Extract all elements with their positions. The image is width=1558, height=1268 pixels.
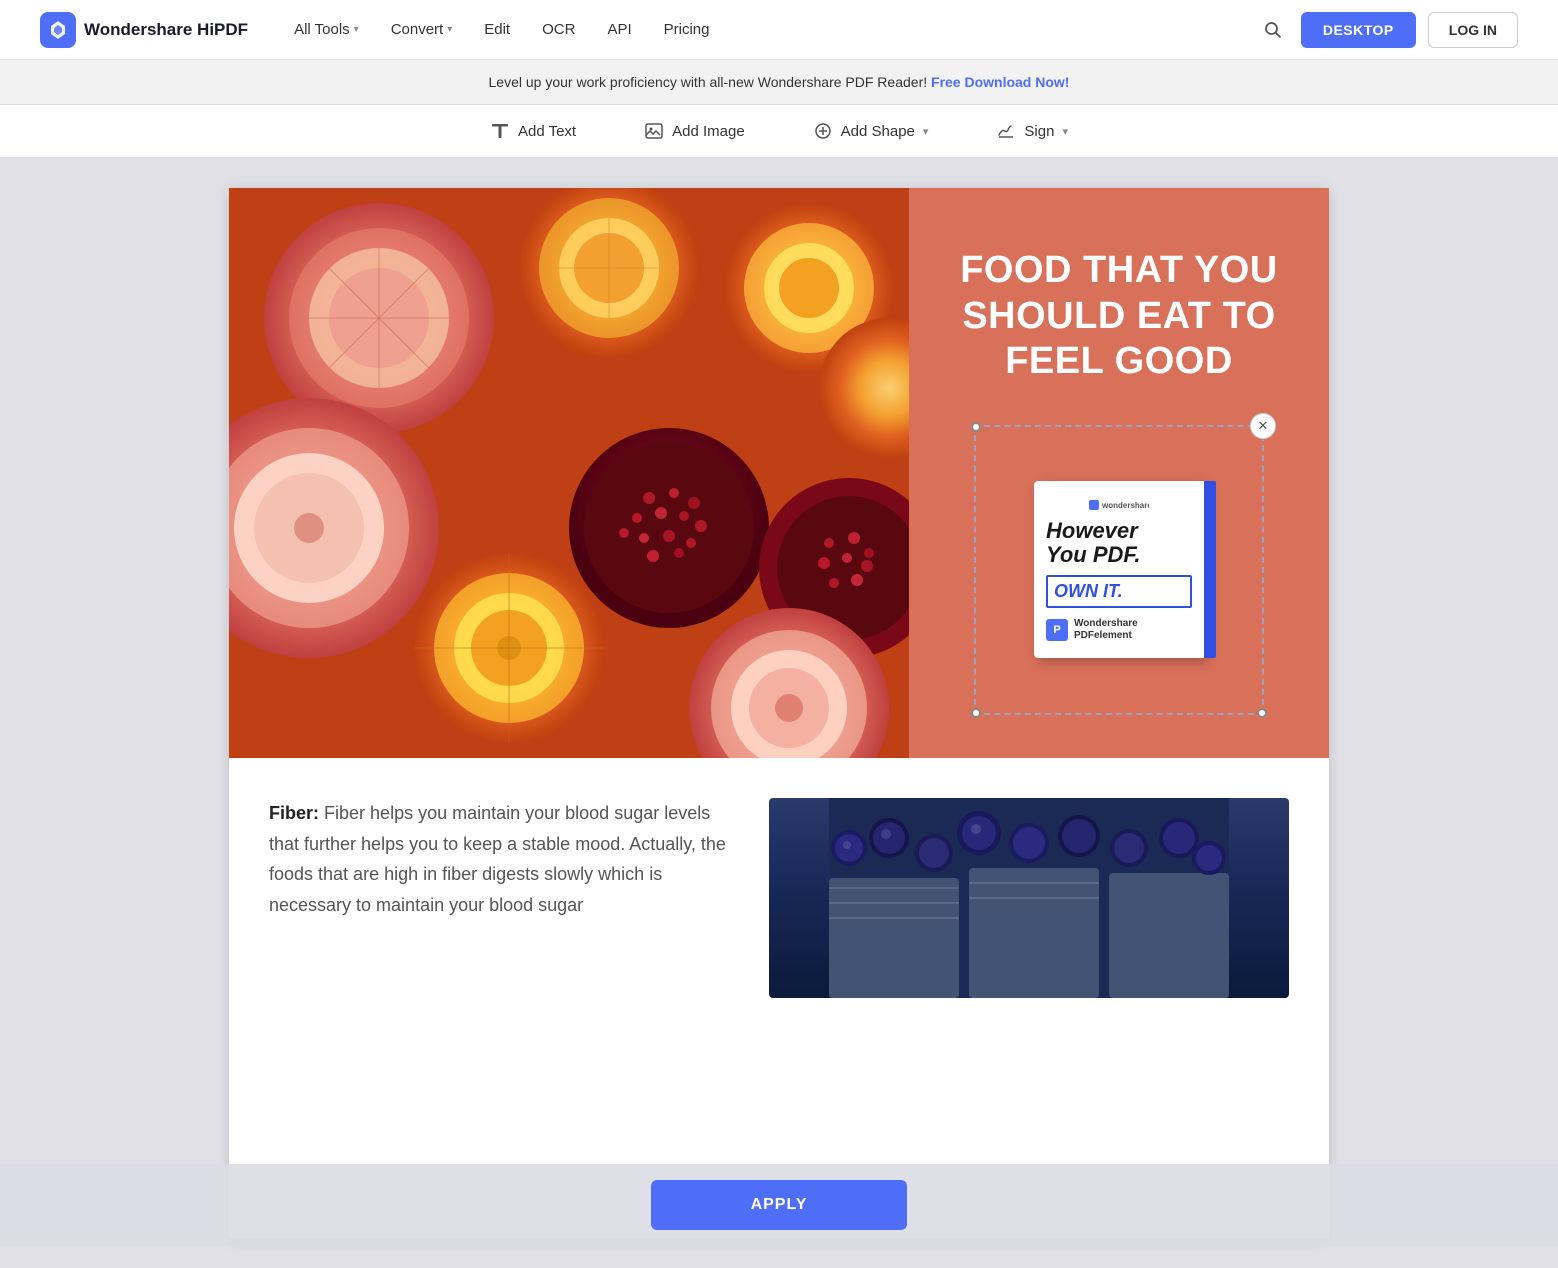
book-logo-text: wondershare [1046, 497, 1192, 513]
resize-handle-bl[interactable] [971, 708, 981, 718]
book-brand: P Wondershare PDFelement [1046, 618, 1192, 642]
fruit-photo [229, 188, 909, 758]
add-image-button[interactable]: Add Image [634, 115, 755, 147]
nav-pricing[interactable]: Pricing [650, 13, 724, 46]
book-subtitle: OWN IT. [1054, 581, 1184, 602]
search-button[interactable] [1257, 14, 1289, 46]
book-cover: wondershare However You PDF. OWN IT. [1034, 481, 1204, 658]
nav-actions: DESKTOP LOG IN [1257, 12, 1518, 48]
chevron-down-icon: ▾ [354, 24, 359, 35]
logo-icon [40, 12, 76, 48]
navbar: Wondershare HiPDF All Tools ▾ Convert ▾ … [0, 0, 1558, 60]
chevron-down-icon: ▾ [447, 24, 452, 35]
text-icon [490, 121, 510, 141]
fruit-illustration [229, 188, 909, 758]
apply-bar: APPLY [0, 1164, 1558, 1246]
add-text-button[interactable]: Add Text [480, 115, 586, 147]
edit-toolbar: Add Text Add Image Add Shape ▾ Sign ▾ [0, 105, 1558, 158]
add-shape-button[interactable]: Add Shape ▾ [803, 115, 939, 147]
product-box-container[interactable]: ✕ wondershare [974, 425, 1264, 715]
svg-text:wondershare: wondershare [1101, 501, 1149, 510]
fruit-image-section [229, 188, 909, 758]
chevron-down-icon: ▾ [1062, 125, 1068, 138]
fiber-paragraph: Fiber: Fiber helps you maintain your blo… [269, 798, 729, 920]
shape-icon [813, 121, 833, 141]
page-top-section: FOOD THAT YOU SHOULD EAT TO FEEL GOOD ✕ [229, 188, 1329, 758]
brand-name: Wondershare PDFelement [1074, 618, 1138, 642]
nav-edit[interactable]: Edit [470, 13, 524, 46]
promo-banner: Level up your work proficiency with all-… [0, 60, 1558, 105]
blueberry-section [769, 798, 1289, 998]
nav-api[interactable]: API [593, 13, 645, 46]
logo-text: Wondershare HiPDF [84, 20, 248, 40]
desktop-button[interactable]: DESKTOP [1301, 12, 1416, 48]
fiber-body: Fiber helps you maintain your blood suga… [269, 803, 726, 915]
sign-button[interactable]: Sign ▾ [986, 115, 1078, 147]
pdfelement-icon: P [1046, 619, 1068, 641]
product-image: wondershare However You PDF. OWN IT. [976, 427, 1262, 713]
login-button[interactable]: LOG IN [1428, 12, 1518, 48]
close-icon[interactable]: ✕ [1250, 413, 1276, 439]
hero-title: FOOD THAT YOU SHOULD EAT TO FEEL GOOD [949, 248, 1289, 385]
book-title: However You PDF. [1046, 519, 1192, 567]
blueberry-photo [769, 798, 1289, 998]
nav-links: All Tools ▾ Convert ▾ Edit OCR API Prici… [280, 13, 1257, 46]
main-content: FOOD THAT YOU SHOULD EAT TO FEEL GOOD ✕ [0, 158, 1558, 1268]
book-subtitle-box: OWN IT. [1046, 575, 1192, 608]
nav-logo[interactable]: Wondershare HiPDF [40, 12, 248, 48]
fiber-label: Fiber: [269, 803, 319, 823]
resize-handle-br[interactable] [1257, 708, 1267, 718]
sign-icon [996, 121, 1016, 141]
resize-handle-tl[interactable] [971, 422, 981, 432]
book-spine [1204, 481, 1216, 658]
apply-button[interactable]: APPLY [651, 1180, 908, 1230]
nav-ocr[interactable]: OCR [528, 13, 589, 46]
image-icon [644, 121, 664, 141]
chevron-down-icon: ▾ [923, 125, 929, 138]
page-bottom-section: Fiber: Fiber helps you maintain your blo… [229, 758, 1329, 998]
banner-link[interactable]: Free Download Now! [931, 74, 1069, 90]
fiber-text-section: Fiber: Fiber helps you maintain your blo… [269, 798, 729, 998]
nav-all-tools[interactable]: All Tools ▾ [280, 13, 373, 46]
hero-right-panel: FOOD THAT YOU SHOULD EAT TO FEEL GOOD ✕ [909, 188, 1329, 758]
page-canvas: FOOD THAT YOU SHOULD EAT TO FEEL GOOD ✕ [229, 188, 1329, 1238]
nav-convert[interactable]: Convert ▾ [377, 13, 467, 46]
